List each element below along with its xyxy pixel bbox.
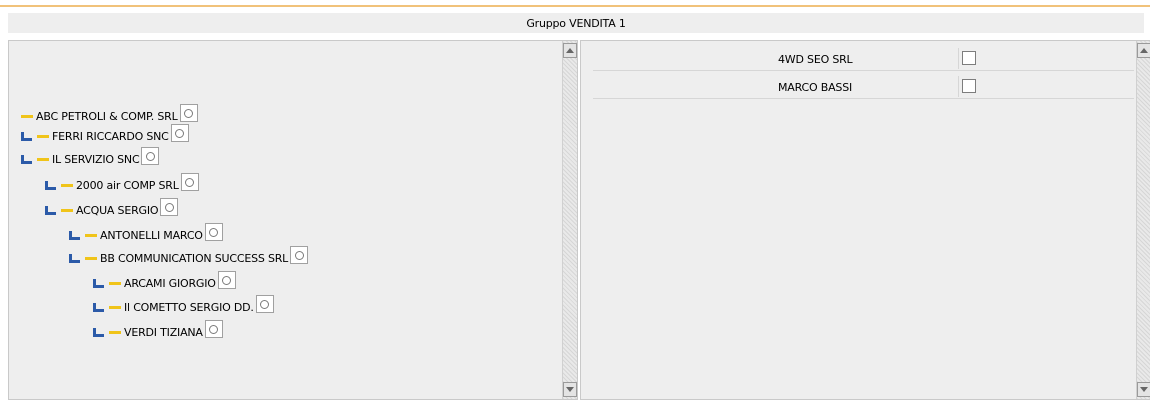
radio-icon[interactable] xyxy=(290,246,309,264)
tree-scrollbar[interactable] xyxy=(562,41,577,399)
tree-item[interactable]: BB COMMUNICATION SUCCESS SRL xyxy=(69,246,309,266)
tree-item[interactable]: ACQUA SERGIO xyxy=(45,198,179,218)
tree-item-label: BB COMMUNICATION SUCCESS SRL xyxy=(100,251,289,265)
arrow-up-icon[interactable] xyxy=(563,43,577,58)
tree-item[interactable]: ABC PETROLI & COMP. SRL xyxy=(21,104,198,124)
list-item-name: MARCO BASSI xyxy=(778,81,853,94)
list-item-name: 4WD SEO SRL xyxy=(778,53,853,66)
dash-icon xyxy=(109,305,121,309)
tree-item-label: ABC PETROLI & COMP. SRL xyxy=(36,109,178,123)
radio-circle xyxy=(145,151,155,161)
tree-item[interactable]: ARCAMI GIORGIO xyxy=(93,271,236,291)
select-checkbox[interactable] xyxy=(962,79,976,93)
dash-icon xyxy=(85,233,97,237)
dash-icon xyxy=(61,183,73,187)
radio-icon[interactable] xyxy=(170,124,189,142)
dash-icon xyxy=(37,157,49,161)
dash-icon xyxy=(21,114,33,118)
dash-icon xyxy=(61,208,73,212)
elbow-icon xyxy=(21,154,33,164)
radio-icon[interactable] xyxy=(141,147,160,165)
radio-icon[interactable] xyxy=(204,223,223,241)
tree-item-label: Il COMETTO SERGIO DD. xyxy=(124,300,254,314)
tree-item[interactable]: ANTONELLI MARCO xyxy=(69,223,223,243)
list-item: MARCO BASSI xyxy=(593,75,1134,99)
radio-circle xyxy=(294,250,304,260)
radio-circle xyxy=(164,202,174,212)
radio-icon[interactable] xyxy=(204,320,223,338)
radio-icon[interactable] xyxy=(179,104,198,122)
elbow-icon xyxy=(93,302,105,312)
arrow-down-icon[interactable] xyxy=(563,382,577,397)
list-scrollbar[interactable] xyxy=(1136,41,1150,399)
elbow-icon xyxy=(45,180,57,190)
elbow-icon xyxy=(69,253,81,263)
elbow-icon xyxy=(93,278,105,288)
radio-icon[interactable] xyxy=(217,271,236,289)
radio-icon[interactable] xyxy=(160,198,179,216)
dash-icon xyxy=(109,281,121,285)
radio-circle xyxy=(209,227,219,237)
tree-item-label: ARCAMI GIORGIO xyxy=(124,276,216,290)
elbow-icon xyxy=(21,131,33,141)
tree-item-label: VERDI TIZIANA xyxy=(124,325,203,339)
elbow-icon xyxy=(69,230,81,240)
elbow-icon xyxy=(45,205,57,215)
tree-item-label: IL SERVIZIO SNC xyxy=(52,152,140,166)
list-item: 4WD SEO SRL xyxy=(593,47,1134,71)
radio-circle xyxy=(185,177,195,187)
tree-item-label: 2000 air COMP SRL xyxy=(76,178,179,192)
radio-circle xyxy=(260,299,270,309)
radio-icon[interactable] xyxy=(180,173,199,191)
radio-circle xyxy=(175,128,185,138)
elbow-icon xyxy=(93,327,105,337)
tree-item[interactable]: VERDI TIZIANA xyxy=(93,320,223,340)
tree-item-label: ACQUA SERGIO xyxy=(76,203,159,217)
select-checkbox[interactable] xyxy=(962,51,976,65)
group-title: Gruppo VENDITA 1 xyxy=(526,16,626,30)
group-title-bar: Gruppo VENDITA 1 xyxy=(8,13,1144,33)
radio-circle xyxy=(222,275,232,285)
tree-panel: ABC PETROLI & COMP. SRL FERRI RICCARDO SN… xyxy=(8,40,578,400)
tree-item-label: FERRI RICCARDO SNC xyxy=(52,129,169,143)
tree-item[interactable]: FERRI RICCARDO SNC xyxy=(21,124,189,144)
dash-icon xyxy=(37,134,49,138)
arrow-down-icon[interactable] xyxy=(1137,382,1150,397)
dash-icon xyxy=(109,330,121,334)
tree-item[interactable]: Il COMETTO SERGIO DD. xyxy=(93,295,274,315)
radio-circle xyxy=(209,324,219,334)
tree-item[interactable]: IL SERVIZIO SNC xyxy=(21,147,160,167)
arrow-up-icon[interactable] xyxy=(1137,43,1150,58)
tree-item[interactable]: 2000 air COMP SRL xyxy=(45,173,199,193)
radio-icon[interactable] xyxy=(255,295,274,313)
top-accent-line xyxy=(0,5,1150,7)
dash-icon xyxy=(85,256,97,260)
selection-panel: 4WD SEO SRL MARCO BASSI xyxy=(580,40,1150,400)
radio-circle xyxy=(184,108,193,118)
tree-item-label: ANTONELLI MARCO xyxy=(100,228,203,242)
